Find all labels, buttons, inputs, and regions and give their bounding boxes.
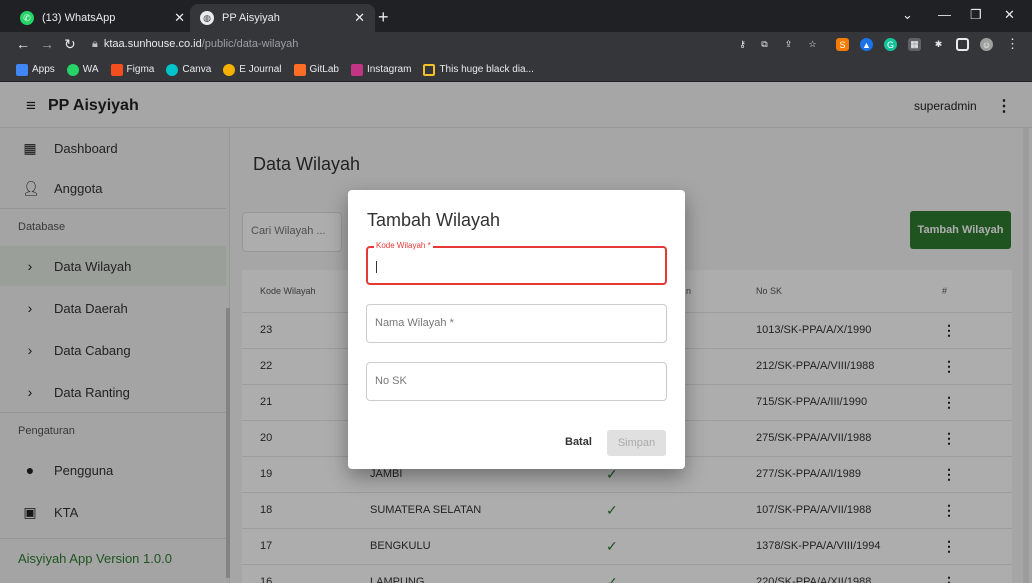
close-window-button[interactable]: ✕ <box>1004 7 1015 23</box>
add-wilayah-dialog: Tambah Wilayah Kode Wilayah * Nama Wilay… <box>348 190 685 469</box>
new-tab-button[interactable]: + <box>378 7 389 28</box>
reload-icon[interactable]: ↻ <box>64 36 76 53</box>
star-icon[interactable]: ☆ <box>806 38 819 51</box>
whatsapp-icon <box>66 63 79 76</box>
lock-icon: 🔒︎ <box>92 38 98 50</box>
bookmark-label: Instagram <box>366 64 412 75</box>
no-sk-placeholder: No SK <box>375 375 407 387</box>
minimize-button[interactable]: — <box>938 7 951 22</box>
extension-sc-icon[interactable]: S <box>836 38 849 51</box>
tab-search-icon[interactable]: ⌄ <box>902 7 913 23</box>
nama-wilayah-field[interactable]: Nama Wilayah * <box>366 304 667 343</box>
tab-title: PP Aisyiyah <box>222 12 280 24</box>
figma-icon <box>110 63 123 76</box>
folder-icon <box>423 63 436 76</box>
key-icon[interactable]: ⚷ <box>736 38 749 51</box>
whatsapp-icon: ✆ <box>20 11 34 25</box>
bookmark-instagram[interactable]: Instagram <box>350 63 412 76</box>
bookmark-ejournal[interactable]: E Journal <box>223 63 282 76</box>
sidepanel-icon[interactable] <box>956 38 969 51</box>
canva-icon <box>166 63 179 76</box>
close-tab-icon[interactable]: ✕ <box>174 10 185 26</box>
instagram-icon <box>350 63 363 76</box>
share-icon[interactable]: ⇪ <box>782 38 795 51</box>
cancel-button[interactable]: Batal <box>565 436 592 448</box>
bookmark-label: Apps <box>32 64 55 75</box>
bookmark-black-diamond[interactable]: This huge black dia... <box>423 63 534 76</box>
close-tab-icon[interactable]: ✕ <box>354 10 365 26</box>
url-domain: ktaa.sunhouse.co.id <box>103 38 202 50</box>
browser-tab-strip: ✆ (13) WhatsApp ✕ ◍ PP Aisyiyah ✕ + ⌄ — … <box>0 0 1032 32</box>
dialog-title: Tambah Wilayah <box>367 210 501 230</box>
text-caret <box>376 261 377 273</box>
no-sk-field[interactable]: No SK <box>366 362 667 401</box>
profile-avatar[interactable]: ☺ <box>980 38 993 51</box>
apps-grid-icon <box>16 63 28 76</box>
address-bar-row: ← → ↻ 🔒︎ ktaa.sunhouse.co.id/public/data-… <box>0 32 1032 58</box>
bookmark-gitlab[interactable]: GitLab <box>293 63 339 76</box>
gitlab-icon <box>293 63 306 76</box>
browser-menu-icon[interactable]: ⋮ <box>1006 36 1019 52</box>
tab-title: (13) WhatsApp <box>42 12 116 24</box>
bookmark-wa[interactable]: WA <box>66 63 99 76</box>
bookmark-label: E Journal <box>239 64 282 75</box>
grammarly-icon[interactable]: G <box>884 38 897 51</box>
tab-whatsapp[interactable]: ✆ (13) WhatsApp ✕ <box>10 4 195 32</box>
kode-wilayah-label: Kode Wilayah * <box>374 241 433 250</box>
bookmark-apps[interactable]: Apps <box>16 63 55 76</box>
bookmark-label: Canva <box>182 64 212 75</box>
bookmark-label: This huge black dia... <box>439 64 534 75</box>
bookmark-label: Figma <box>126 64 155 75</box>
save-button[interactable]: Simpan <box>607 430 666 456</box>
extension-gray-icon[interactable]: ▦ <box>908 38 921 51</box>
bookmark-canva[interactable]: Canva <box>166 63 212 76</box>
kode-wilayah-field[interactable]: Kode Wilayah * <box>366 241 667 285</box>
url-path: /public/data-wilayah <box>201 38 299 50</box>
forward-arrow-icon[interactable]: → <box>40 36 54 52</box>
restore-button[interactable]: ❐ <box>970 7 982 23</box>
translate-icon[interactable]: ⧉ <box>758 38 771 51</box>
back-arrow-icon[interactable]: ← <box>16 36 30 52</box>
bookmark-figma[interactable]: Figma <box>110 63 155 76</box>
puzzle-icon[interactable]: ✱ <box>932 38 945 51</box>
extension-blue-icon[interactable]: ▲ <box>860 38 873 51</box>
ejournal-icon <box>223 63 236 76</box>
url-field[interactable]: 🔒︎ ktaa.sunhouse.co.id/public/data-wilaya… <box>92 38 298 51</box>
bookmarks-bar: Apps WA Figma Canva E Journal GitLab Ins… <box>0 58 1032 82</box>
nama-wilayah-placeholder: Nama Wilayah * <box>375 317 454 329</box>
tab-pp-aisyiyah[interactable]: ◍ PP Aisyiyah ✕ <box>190 4 375 32</box>
bookmark-label: GitLab <box>309 64 339 75</box>
globe-icon: ◍ <box>200 11 214 25</box>
bookmark-label: WA <box>82 64 99 75</box>
